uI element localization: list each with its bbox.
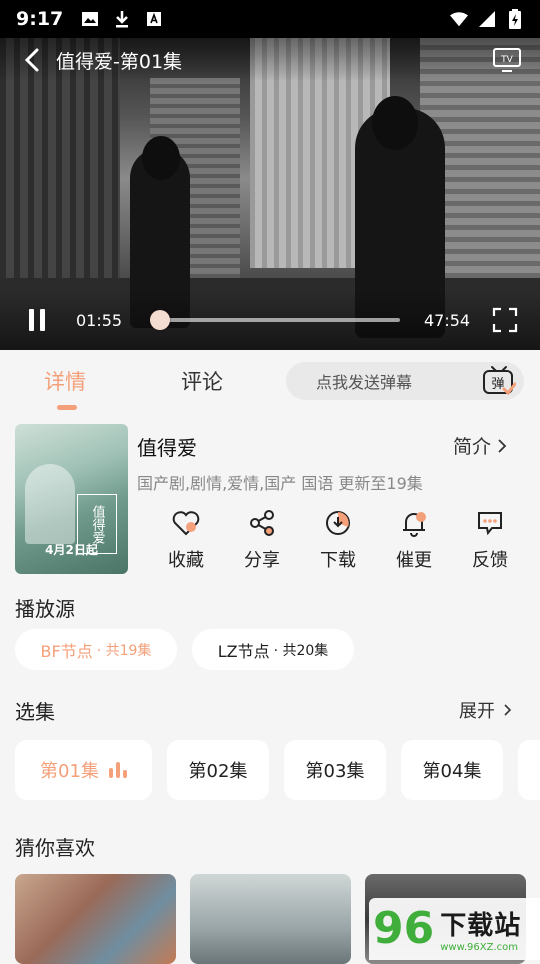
favorite-button[interactable]: 收藏 (148, 508, 224, 578)
video-player[interactable]: 值得爱-第01集 TV 01:55 47:54 (0, 38, 540, 350)
fullscreen-button[interactable] (492, 307, 518, 333)
share-label: 分享 (244, 550, 280, 571)
video-frame-person-head (142, 136, 180, 180)
battery-icon (506, 9, 524, 29)
source-lz[interactable]: LZ节点 · 共20集 (192, 629, 354, 670)
download-icon (323, 508, 353, 538)
show-meta: 国产剧,剧情,爱情,国产 国语 更新至19集 (137, 474, 423, 493)
tab-comments[interactable]: 评论 (181, 366, 223, 396)
poster-figure (25, 464, 75, 544)
source-name: LZ节点 (217, 641, 270, 661)
status-time: 9:17 (16, 8, 64, 30)
svg-text:TV: TV (500, 55, 513, 65)
source-bf[interactable]: BF节点 · 共19集 (15, 629, 177, 670)
recommend-thumbnail[interactable] (190, 874, 351, 964)
tab-indicator (57, 405, 77, 410)
cast-tv-button[interactable]: TV (490, 46, 524, 74)
action-bar: 收藏 分享 下载 催更 反馈 (148, 508, 528, 578)
show-title: 值得爱 (137, 436, 197, 460)
download-status-icon (113, 10, 131, 28)
share-button[interactable]: 分享 (224, 508, 300, 578)
playing-indicator-icon (108, 762, 127, 778)
seek-bar-thumb[interactable] (150, 310, 170, 330)
recommend-title: 猜你喜欢 (15, 836, 95, 860)
signal-icon (478, 10, 496, 28)
episode-item[interactable]: 第03集 (284, 740, 386, 800)
expand-episodes-button[interactable]: 展开 (459, 697, 512, 723)
heart-icon (171, 508, 201, 538)
watermark-text: 下载站 (440, 911, 522, 941)
danmu-toggle-icon[interactable]: 弹 (482, 365, 517, 397)
back-arrow-icon (24, 48, 39, 72)
chevron-right-icon (498, 438, 507, 453)
feedback-button[interactable]: 反馈 (452, 508, 528, 578)
urge-update-label: 催更 (396, 550, 432, 571)
total-time: 47:54 (424, 310, 471, 330)
player-title: 值得爱-第01集 (56, 50, 183, 73)
font-a-icon (145, 10, 163, 28)
watermark-url: www.96XZ.com (440, 942, 518, 953)
pause-button[interactable] (22, 305, 52, 335)
player-top-bar: 值得爱-第01集 TV (0, 38, 540, 82)
current-time: 01:55 (76, 310, 123, 330)
show-poster[interactable]: 值得爱 4月2日起 (15, 424, 128, 574)
back-button[interactable] (16, 44, 48, 76)
expand-label: 展开 (459, 701, 495, 722)
image-icon (81, 10, 99, 28)
fullscreen-icon (492, 307, 518, 333)
episode-item[interactable]: 第01集 (15, 740, 152, 800)
share-icon (247, 508, 277, 538)
intro-label: 简介 (453, 436, 492, 458)
wifi-icon (450, 10, 468, 28)
source-count: · 共19集 (96, 642, 152, 659)
feedback-icon (475, 508, 505, 538)
bell-icon (399, 508, 429, 538)
player-controls: 01:55 47:54 (0, 290, 540, 350)
episode-item-partial[interactable] (518, 740, 540, 800)
seek-bar[interactable] (150, 310, 400, 330)
episodes-title: 选集 (15, 700, 55, 724)
episode-item[interactable]: 第02集 (167, 740, 269, 800)
intro-button[interactable]: 简介 (453, 432, 507, 459)
danmu-input[interactable]: 点我发送弹幕 弹 (286, 362, 524, 400)
site-watermark: 96 下载站 www.96XZ.com (369, 898, 540, 960)
episode-label: 第04集 (422, 761, 482, 782)
detail-tabs: 详情 评论 点我发送弹幕 弹 (0, 350, 540, 412)
sources-title: 播放源 (15, 597, 75, 621)
episode-label: 第01集 (40, 761, 99, 782)
urge-update-button[interactable]: 催更 (376, 508, 452, 578)
svg-text:弹: 弹 (491, 377, 504, 392)
chevron-right-icon (504, 704, 512, 716)
status-bar: 9:17 (0, 0, 540, 38)
poster-date: 4月2日起 (45, 543, 98, 557)
watermark-logo: 96 (373, 903, 435, 954)
danmu-placeholder: 点我发送弹幕 (316, 373, 413, 392)
feedback-label: 反馈 (472, 550, 508, 571)
download-button[interactable]: 下载 (300, 508, 376, 578)
episode-label: 第02集 (188, 761, 248, 782)
tab-details[interactable]: 详情 (44, 366, 86, 396)
download-label: 下载 (320, 550, 356, 571)
source-name: BF节点 (40, 641, 93, 661)
recommend-thumbnail[interactable] (15, 874, 176, 964)
tv-icon: TV (493, 48, 521, 72)
source-count: · 共20集 (273, 642, 329, 659)
episode-label: 第03集 (305, 761, 365, 782)
video-frame-person-head (372, 96, 418, 150)
favorite-label: 收藏 (168, 550, 204, 571)
episode-item[interactable]: 第04集 (401, 740, 503, 800)
